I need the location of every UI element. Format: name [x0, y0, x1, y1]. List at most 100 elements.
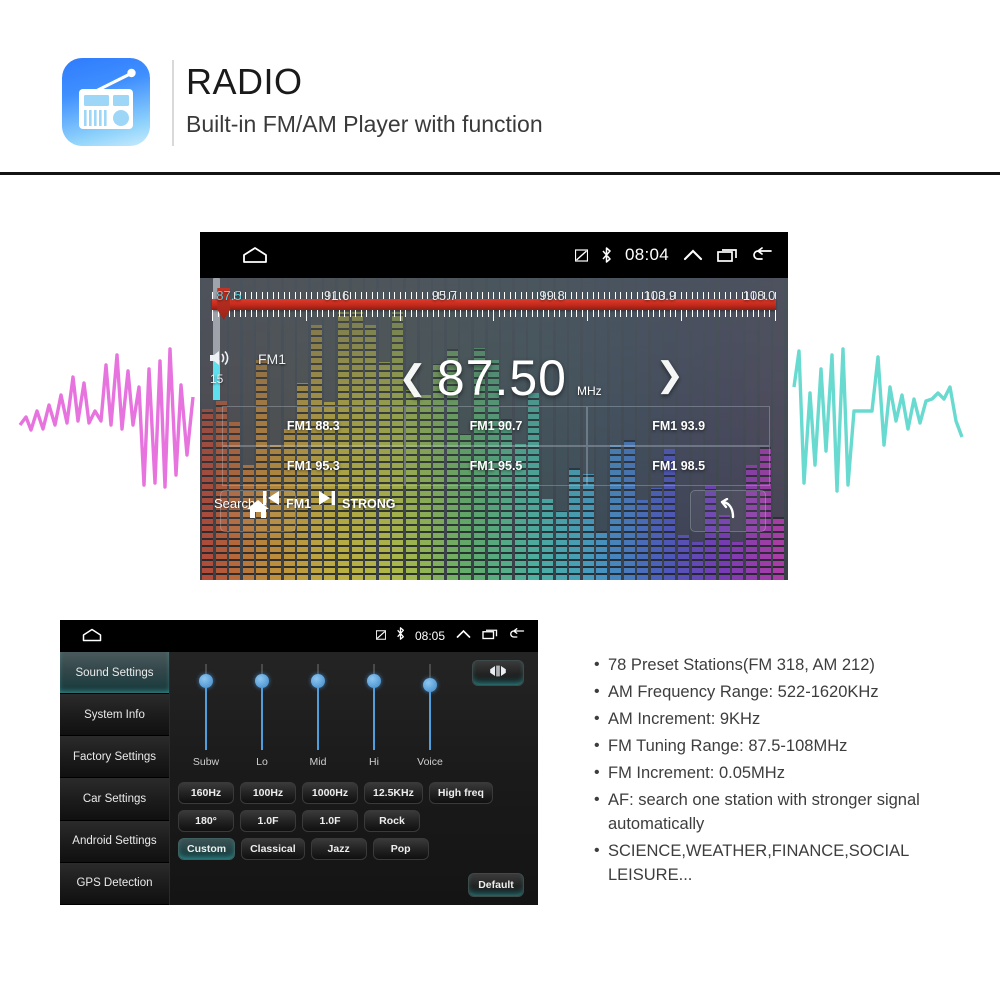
slider-knob[interactable] — [423, 678, 437, 692]
recents-icon[interactable] — [717, 247, 739, 263]
preset-station-button[interactable]: FM1 90.7 — [404, 406, 588, 446]
settings-status-bar: 08:05 — [60, 620, 538, 652]
preset-station-button[interactable]: FM1 98.5 — [587, 446, 770, 486]
slider-label: Mid — [309, 756, 327, 768]
eq-slider-hi[interactable]: Hi — [346, 664, 402, 780]
balance-fader-button[interactable] — [472, 660, 524, 686]
home-icon[interactable] — [242, 246, 268, 269]
page-header: RADIO Built-in FM/AM Player with functio… — [0, 52, 1000, 158]
spec-list-item: AM Frequency Range: 522-1620KHz — [592, 680, 992, 704]
eq-button-160hz[interactable]: 160Hz — [178, 782, 234, 804]
eq-button-row: Custom Classical Jazz Pop — [178, 838, 530, 860]
spec-list-item: SCIENCE,WEATHER,FINANCE,SOCIAL LEISURE..… — [592, 839, 992, 887]
equalizer-sliders: Subw Lo Mid Hi Voice — [178, 664, 458, 780]
slider-knob[interactable] — [255, 674, 269, 688]
slider-knob[interactable] — [311, 674, 325, 688]
tuner-label-row: 87.5 91.6 95.7 99.8 103.9 108.0 — [212, 288, 776, 308]
eq-button-1-0f[interactable]: 1.0F — [302, 810, 358, 832]
preset-station-button[interactable]: FM1 95.3 — [222, 446, 405, 486]
eq-button-high-freq[interactable]: High freq — [428, 782, 493, 804]
eq-slider-subw[interactable]: Subw — [178, 664, 234, 780]
bluetooth-icon — [396, 627, 405, 645]
spec-list-item: AM Increment: 9KHz — [592, 707, 992, 731]
preset-station-button[interactable]: FM1 95.5 — [404, 446, 588, 486]
sound-settings-screenshot: 08:05 Sound Settings System Info Factory S… — [60, 620, 538, 905]
header-divider — [172, 60, 174, 146]
radio-app-icon — [62, 58, 150, 146]
eq-button-row: 180° 1.0F 1.0F Rock — [178, 810, 530, 832]
sidebar-item-android-settings[interactable]: Android Settings — [60, 820, 169, 863]
status-time: 08:04 — [624, 245, 669, 264]
spec-list-item: FM Tuning Range: 87.5-108MHz — [592, 734, 992, 758]
equalizer-button-rows: 160Hz 100Hz 1000Hz 12.5KHz High freq 180° 1.0F… — [178, 782, 530, 866]
signal-icon — [574, 248, 588, 262]
sidebar-item-system-info[interactable]: System Info — [60, 694, 169, 737]
page-subtitle: Built-in FM/AM Player with function — [186, 111, 543, 137]
volume-value: 15 — [210, 372, 224, 386]
spec-list-item: 78 Preset Stations(FM 318, AM 212) — [592, 653, 992, 677]
volume-icon[interactable] — [208, 348, 230, 373]
eq-button-180-[interactable]: 180° — [178, 810, 234, 832]
home-icon — [245, 497, 271, 526]
chevron-up-icon[interactable] — [455, 627, 472, 645]
sidebar-item-sound-settings[interactable]: Sound Settings — [60, 652, 169, 695]
eq-button-custom[interactable]: Custom — [178, 838, 236, 860]
slider-label: Voice — [417, 756, 443, 768]
slider-knob[interactable] — [367, 674, 381, 688]
radio-toolbar: Search FM1 STRONG — [200, 488, 788, 534]
eq-button-12-5khz[interactable]: 12.5KHz — [364, 782, 423, 804]
frequency-readout-row: 15 FM1 ❮ 87.50 MHz ❯ — [200, 342, 788, 414]
chevron-right-icon[interactable]: ❯ — [656, 358, 685, 392]
slider-label: Lo — [256, 756, 268, 768]
header-rule — [0, 172, 1000, 175]
preset-station-button[interactable]: FM1 88.3 — [222, 406, 405, 446]
balance-fader-icon — [487, 664, 509, 683]
sidebar-item-car-settings[interactable]: Car Settings — [60, 778, 169, 821]
equalizer-panel: Subw Lo Mid Hi Voice 160Hz 100Hz 1000Hz 12.… — [170, 652, 538, 905]
bluetooth-icon — [601, 247, 612, 263]
spec-list-item: FM Increment: 0.05MHz — [592, 761, 992, 785]
chevron-left-icon[interactable]: ❮ — [398, 361, 427, 395]
back-arrow-icon[interactable] — [509, 627, 526, 645]
strong-button[interactable]: STRONG — [342, 497, 395, 511]
slider-label: Hi — [369, 756, 379, 768]
spec-list-item: AF: search one station with stronger sig… — [592, 788, 992, 836]
tuner-label: 87.5 — [216, 288, 242, 303]
eq-button-jazz[interactable]: Jazz — [310, 838, 367, 860]
settings-sidebar: Sound Settings System Info Factory Setting… — [60, 652, 170, 905]
back-arrow-icon[interactable] — [752, 247, 774, 263]
eq-button-1-0f[interactable]: 1.0F — [240, 810, 296, 832]
tuner-label: 103.9 — [643, 288, 677, 303]
eq-button-pop[interactable]: Pop — [372, 838, 429, 860]
page-root: RADIO Built-in FM/AM Player with functio… — [0, 0, 1000, 1000]
status-time: 08:05 — [414, 629, 445, 643]
slider-fill — [317, 681, 319, 750]
slider-fill — [205, 681, 207, 750]
eq-button-row: 160Hz 100Hz 1000Hz 12.5KHz High freq — [178, 782, 530, 804]
eq-slider-voice[interactable]: Voice — [402, 664, 458, 780]
right-waveform-decoration — [792, 325, 972, 520]
chevron-up-icon[interactable] — [682, 247, 704, 263]
preset-station-grid: FM1 88.3 FM1 90.7 FM1 93.9 FM1 95.3 FM1 95.5… — [222, 406, 770, 486]
preset-station-button[interactable]: FM1 93.9 — [587, 406, 770, 446]
eq-button-rock[interactable]: Rock — [364, 810, 420, 832]
default-button[interactable]: Default — [468, 873, 524, 897]
recents-icon[interactable] — [482, 627, 499, 645]
eq-slider-lo[interactable]: Lo — [234, 664, 290, 780]
eq-button-1000hz[interactable]: 1000Hz — [302, 782, 358, 804]
slider-fill — [429, 685, 431, 750]
sidebar-item-factory-settings[interactable]: Factory Settings — [60, 736, 169, 779]
sidebar-item-gps-detection[interactable]: GPS Detection — [60, 862, 169, 905]
eq-button-100hz[interactable]: 100Hz — [240, 782, 296, 804]
eq-button-classical[interactable]: Classical — [241, 838, 305, 860]
toolbar-home-button[interactable] — [220, 490, 296, 532]
home-icon[interactable] — [82, 628, 102, 647]
skip-next-icon[interactable] — [316, 491, 342, 512]
slider-knob[interactable] — [199, 674, 213, 688]
tuner-label: 99.8 — [539, 288, 565, 303]
toolbar-back-button[interactable] — [690, 490, 766, 532]
slider-label: Subw — [192, 756, 220, 768]
settings-body: Sound Settings System Info Factory Setting… — [60, 652, 538, 905]
tuner-label: 91.6 — [323, 288, 350, 303]
eq-slider-mid[interactable]: Mid — [290, 664, 346, 780]
